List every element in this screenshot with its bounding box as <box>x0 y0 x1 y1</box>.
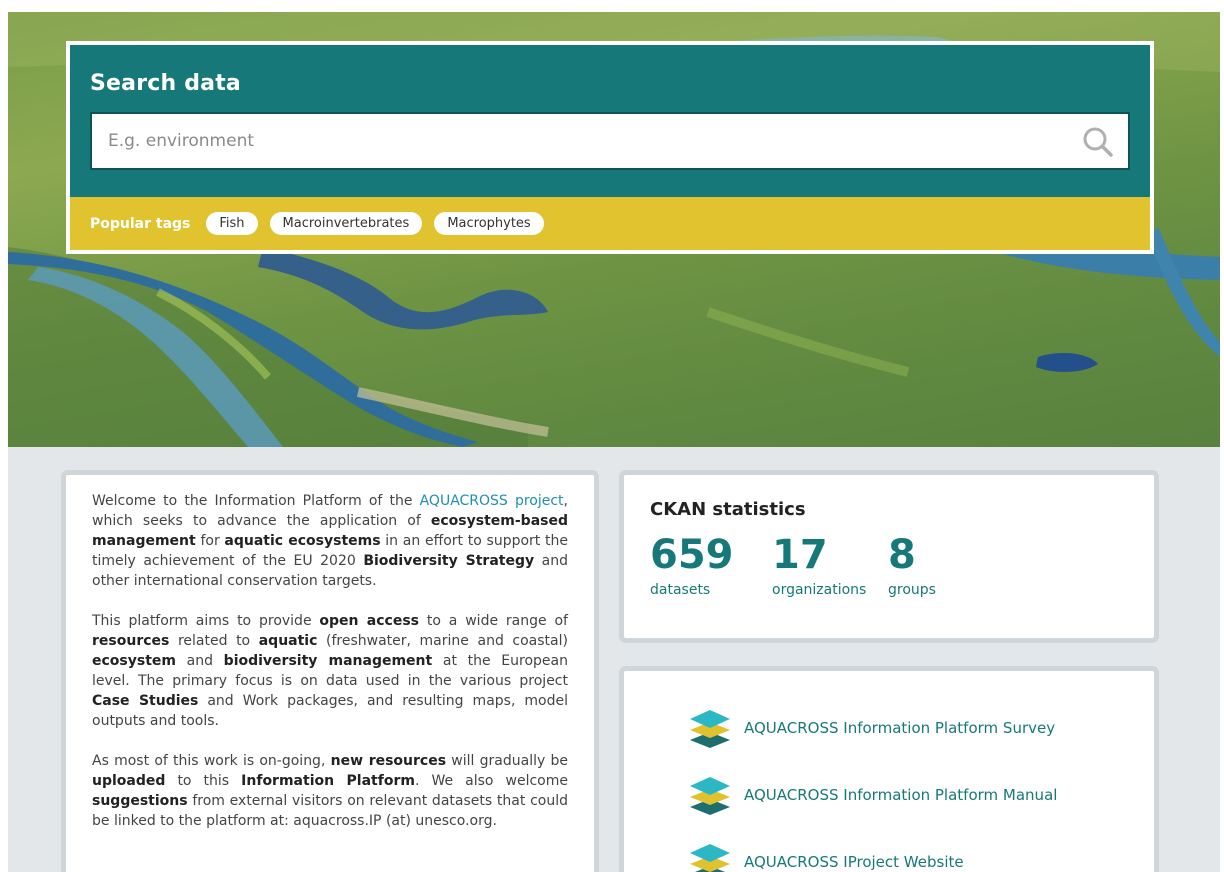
emphasis-text: aquatic <box>258 633 318 649</box>
link-label: AQUACROSS Information Platform Manual <box>744 786 1058 804</box>
emphasis-text: biodiversity management <box>223 653 433 669</box>
stat-label: datasets <box>650 582 711 598</box>
search-panel: Search data Popular tags Fish Macroinver… <box>66 41 1154 254</box>
body-text: and <box>175 653 224 669</box>
emphasis-text: ecosystem <box>92 653 176 669</box>
body-text: As most of this work is on-going, <box>92 753 331 769</box>
body-text: for <box>195 533 225 549</box>
aquacross-project-link[interactable]: AQUACROSS project <box>420 493 564 509</box>
emphasis-text: aquatic ecosystems <box>224 533 381 549</box>
layers-icon <box>690 710 730 748</box>
search-icon[interactable] <box>1082 126 1114 158</box>
stat-value: 8 <box>888 532 916 578</box>
welcome-paragraph-1: Welcome to the Information Platform of t… <box>92 491 568 591</box>
stat-value: 659 <box>650 532 734 578</box>
search-input[interactable] <box>92 114 1128 168</box>
link-label: AQUACROSS Information Platform Survey <box>744 719 1056 737</box>
popular-tags-bar: Popular tags Fish Macroinvertebrates Mac… <box>70 197 1150 250</box>
link-survey[interactable]: AQUACROSS Information Platform Survey <box>688 701 1154 755</box>
welcome-paragraph-2: This platform aims to provide open acces… <box>92 611 568 731</box>
ckan-statistics-panel: CKAN statistics 659 datasets 17 organiza… <box>619 470 1159 643</box>
body-text: related to <box>169 633 259 649</box>
welcome-paragraph-3: As most of this work is on-going, new re… <box>92 751 568 831</box>
body-text: This platform aims to provide <box>92 613 320 629</box>
stat-label: groups <box>888 582 936 598</box>
stat-datasets[interactable]: 659 datasets <box>650 532 772 598</box>
stat-value: 17 <box>772 532 828 578</box>
tag-macroinvertebrates[interactable]: Macroinvertebrates <box>269 212 423 235</box>
emphasis-text: Case Studies <box>92 693 199 709</box>
emphasis-text: open access <box>319 613 420 629</box>
stats-title: CKAN statistics <box>650 499 806 520</box>
stat-label: organizations <box>772 582 867 598</box>
emphasis-text: new resources <box>330 753 447 769</box>
layers-icon <box>690 844 730 872</box>
body-text: to this <box>165 773 242 789</box>
link-project-website[interactable]: AQUACROSS IProject Website <box>688 835 1154 872</box>
search-title: Search data <box>90 71 241 96</box>
emphasis-text: Information Platform <box>241 773 415 789</box>
body-text: (freshwater, marine and coastal) <box>317 633 568 649</box>
search-box <box>90 112 1130 170</box>
body-text: . We also welcome <box>414 773 568 789</box>
tag-macrophytes[interactable]: Macrophytes <box>434 212 544 235</box>
body-text: to a wide range of <box>419 613 568 629</box>
body-text: will gradually be <box>446 753 568 769</box>
emphasis-text: uploaded <box>92 773 166 789</box>
stat-organizations[interactable]: 17 organizations <box>772 532 888 598</box>
emphasis-text: resources <box>92 633 170 649</box>
resources-links-panel: AQUACROSS Information Platform Survey AQ… <box>619 666 1159 872</box>
hero-banner: Search data Popular tags Fish Macroinver… <box>8 12 1220 447</box>
link-manual[interactable]: AQUACROSS Information Platform Manual <box>688 768 1154 822</box>
tag-fish[interactable]: Fish <box>206 212 258 235</box>
emphasis-text: Biodiversity Strategy <box>363 553 535 569</box>
stats-row: 659 datasets 17 organizations 8 groups <box>650 532 1128 598</box>
stat-groups[interactable]: 8 groups <box>888 532 978 598</box>
page-frame: Search data Popular tags Fish Macroinver… <box>8 12 1220 872</box>
popular-tags-label: Popular tags <box>90 215 191 232</box>
welcome-panel: Welcome to the Information Platform of t… <box>61 470 599 872</box>
layers-icon <box>690 777 730 815</box>
link-label: AQUACROSS IProject Website <box>744 853 964 871</box>
search-header: Search data <box>70 45 1150 197</box>
body-text: Welcome to the Information Platform of t… <box>92 493 420 509</box>
emphasis-text: suggestions <box>92 793 188 809</box>
